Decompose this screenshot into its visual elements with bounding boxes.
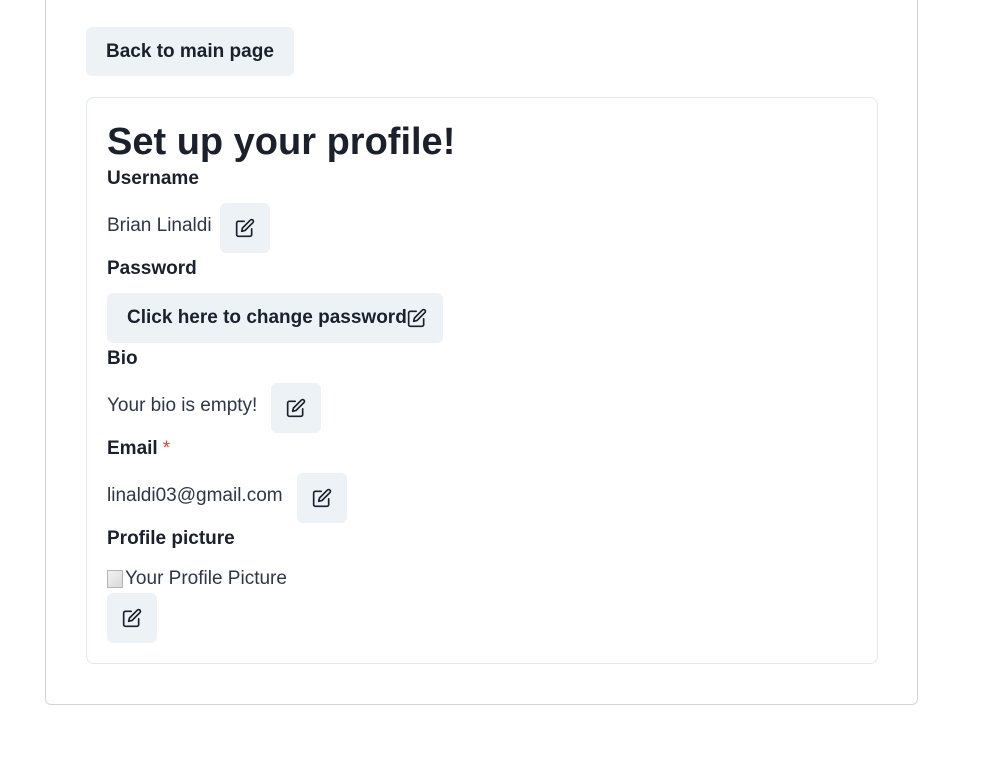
email-value: linaldi03@gmail.com xyxy=(107,485,283,506)
edit-profile-picture-button[interactable] xyxy=(107,593,157,643)
email-label-row: Email * xyxy=(107,437,170,461)
profile-picture-image: Your Profile Picture xyxy=(107,565,287,593)
username-value: Brian Linaldi xyxy=(107,215,212,236)
page-title: Set up your profile! xyxy=(107,121,456,163)
change-password-button[interactable]: Click here to change password xyxy=(107,293,443,343)
back-to-main-button[interactable]: Back to main page xyxy=(86,27,294,76)
password-label: Password xyxy=(107,258,197,279)
change-password-label: Click here to change password xyxy=(127,307,407,328)
edit-icon xyxy=(235,218,255,238)
edit-email-button[interactable] xyxy=(297,473,347,523)
edit-icon xyxy=(312,488,332,508)
bio-label: Bio xyxy=(107,348,138,369)
broken-image-icon xyxy=(107,570,123,588)
bio-value: Your bio is empty! xyxy=(107,395,258,416)
edit-icon xyxy=(122,608,142,628)
edit-username-button[interactable] xyxy=(220,203,270,253)
username-label: Username xyxy=(107,168,199,189)
profile-picture-label: Profile picture xyxy=(107,528,235,549)
edit-bio-button[interactable] xyxy=(271,383,321,433)
edit-icon xyxy=(407,308,427,328)
email-label: Email xyxy=(107,438,158,459)
required-marker: * xyxy=(162,438,171,459)
profile-picture-alt-text: Your Profile Picture xyxy=(125,568,287,589)
edit-icon xyxy=(286,398,306,418)
